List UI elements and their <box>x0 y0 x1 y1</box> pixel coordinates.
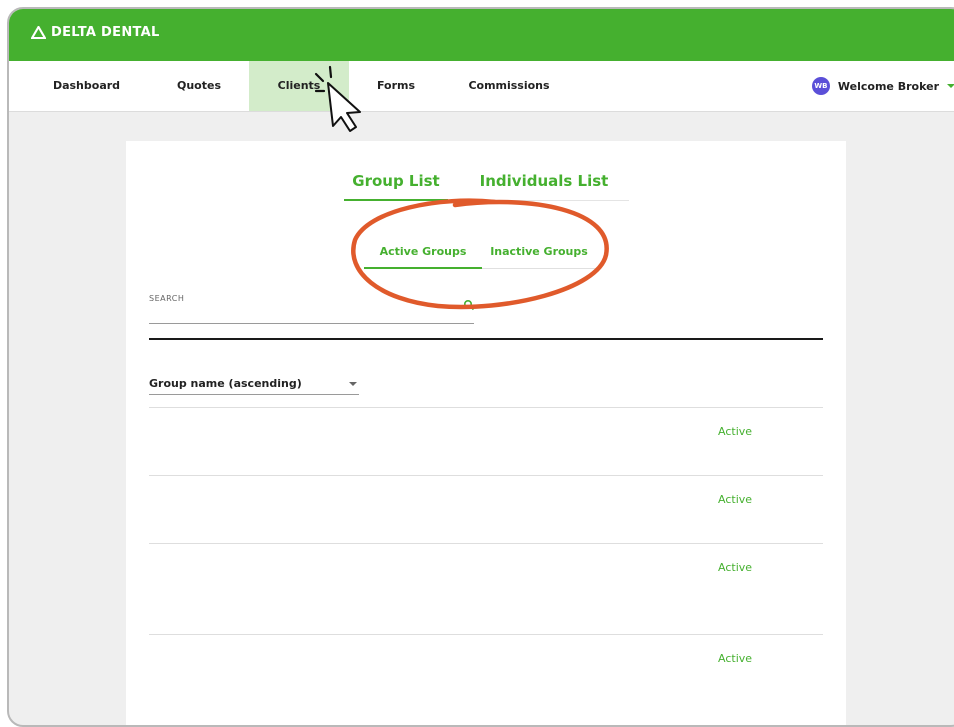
welcome-text: Welcome Broker <box>837 79 939 93</box>
row-status: Active <box>718 652 753 665</box>
section-divider <box>149 338 823 340</box>
brand-name: DELTA DENTAL <box>51 25 160 40</box>
row-divider <box>149 543 823 544</box>
nav-dashboard[interactable]: Dashboard <box>39 61 134 111</box>
chevron-down-icon <box>349 382 357 386</box>
tab-active-indicator <box>344 199 448 201</box>
search-underline <box>149 323 474 324</box>
delta-logo-icon <box>31 26 46 39</box>
search-icon[interactable] <box>463 299 475 311</box>
sort-underline <box>149 394 359 395</box>
nav-commissions[interactable]: Commissions <box>459 61 559 111</box>
nav-quotes[interactable]: Quotes <box>154 61 244 111</box>
clients-card: Group List Individuals List Active Group… <box>126 141 846 725</box>
nav-clients[interactable]: Clients <box>249 61 349 111</box>
user-menu[interactable]: WB Welcome Broker <box>811 61 954 111</box>
app-window: DELTA DENTAL Dashboard Quotes Clients Fo… <box>7 7 954 727</box>
nav-forms[interactable]: Forms <box>361 61 431 111</box>
chevron-down-icon <box>947 84 954 88</box>
row-divider <box>149 407 823 408</box>
tab-group-list[interactable]: Group List <box>346 172 446 202</box>
row-status: Active <box>718 561 753 574</box>
subtab-active-indicator <box>364 267 482 269</box>
row-status: Active <box>718 493 753 506</box>
delta-dental-logo[interactable]: DELTA DENTAL <box>31 25 160 40</box>
tab-inactive-groups[interactable]: Inactive Groups <box>482 245 596 269</box>
avatar: WB <box>811 77 830 95</box>
row-status: Active <box>718 425 753 438</box>
tab-individuals-list[interactable]: Individuals List <box>464 172 624 202</box>
search-label: SEARCH <box>149 294 185 303</box>
top-nav: Dashboard Quotes Clients Forms Commissio… <box>9 61 954 112</box>
row-divider <box>149 475 823 476</box>
brand-header: DELTA DENTAL <box>9 9 954 61</box>
sort-dropdown[interactable]: Group name (ascending) <box>149 377 359 395</box>
tab-active-groups[interactable]: Active Groups <box>364 245 482 269</box>
sort-selected: Group name (ascending) <box>149 377 302 390</box>
row-divider <box>149 634 823 635</box>
